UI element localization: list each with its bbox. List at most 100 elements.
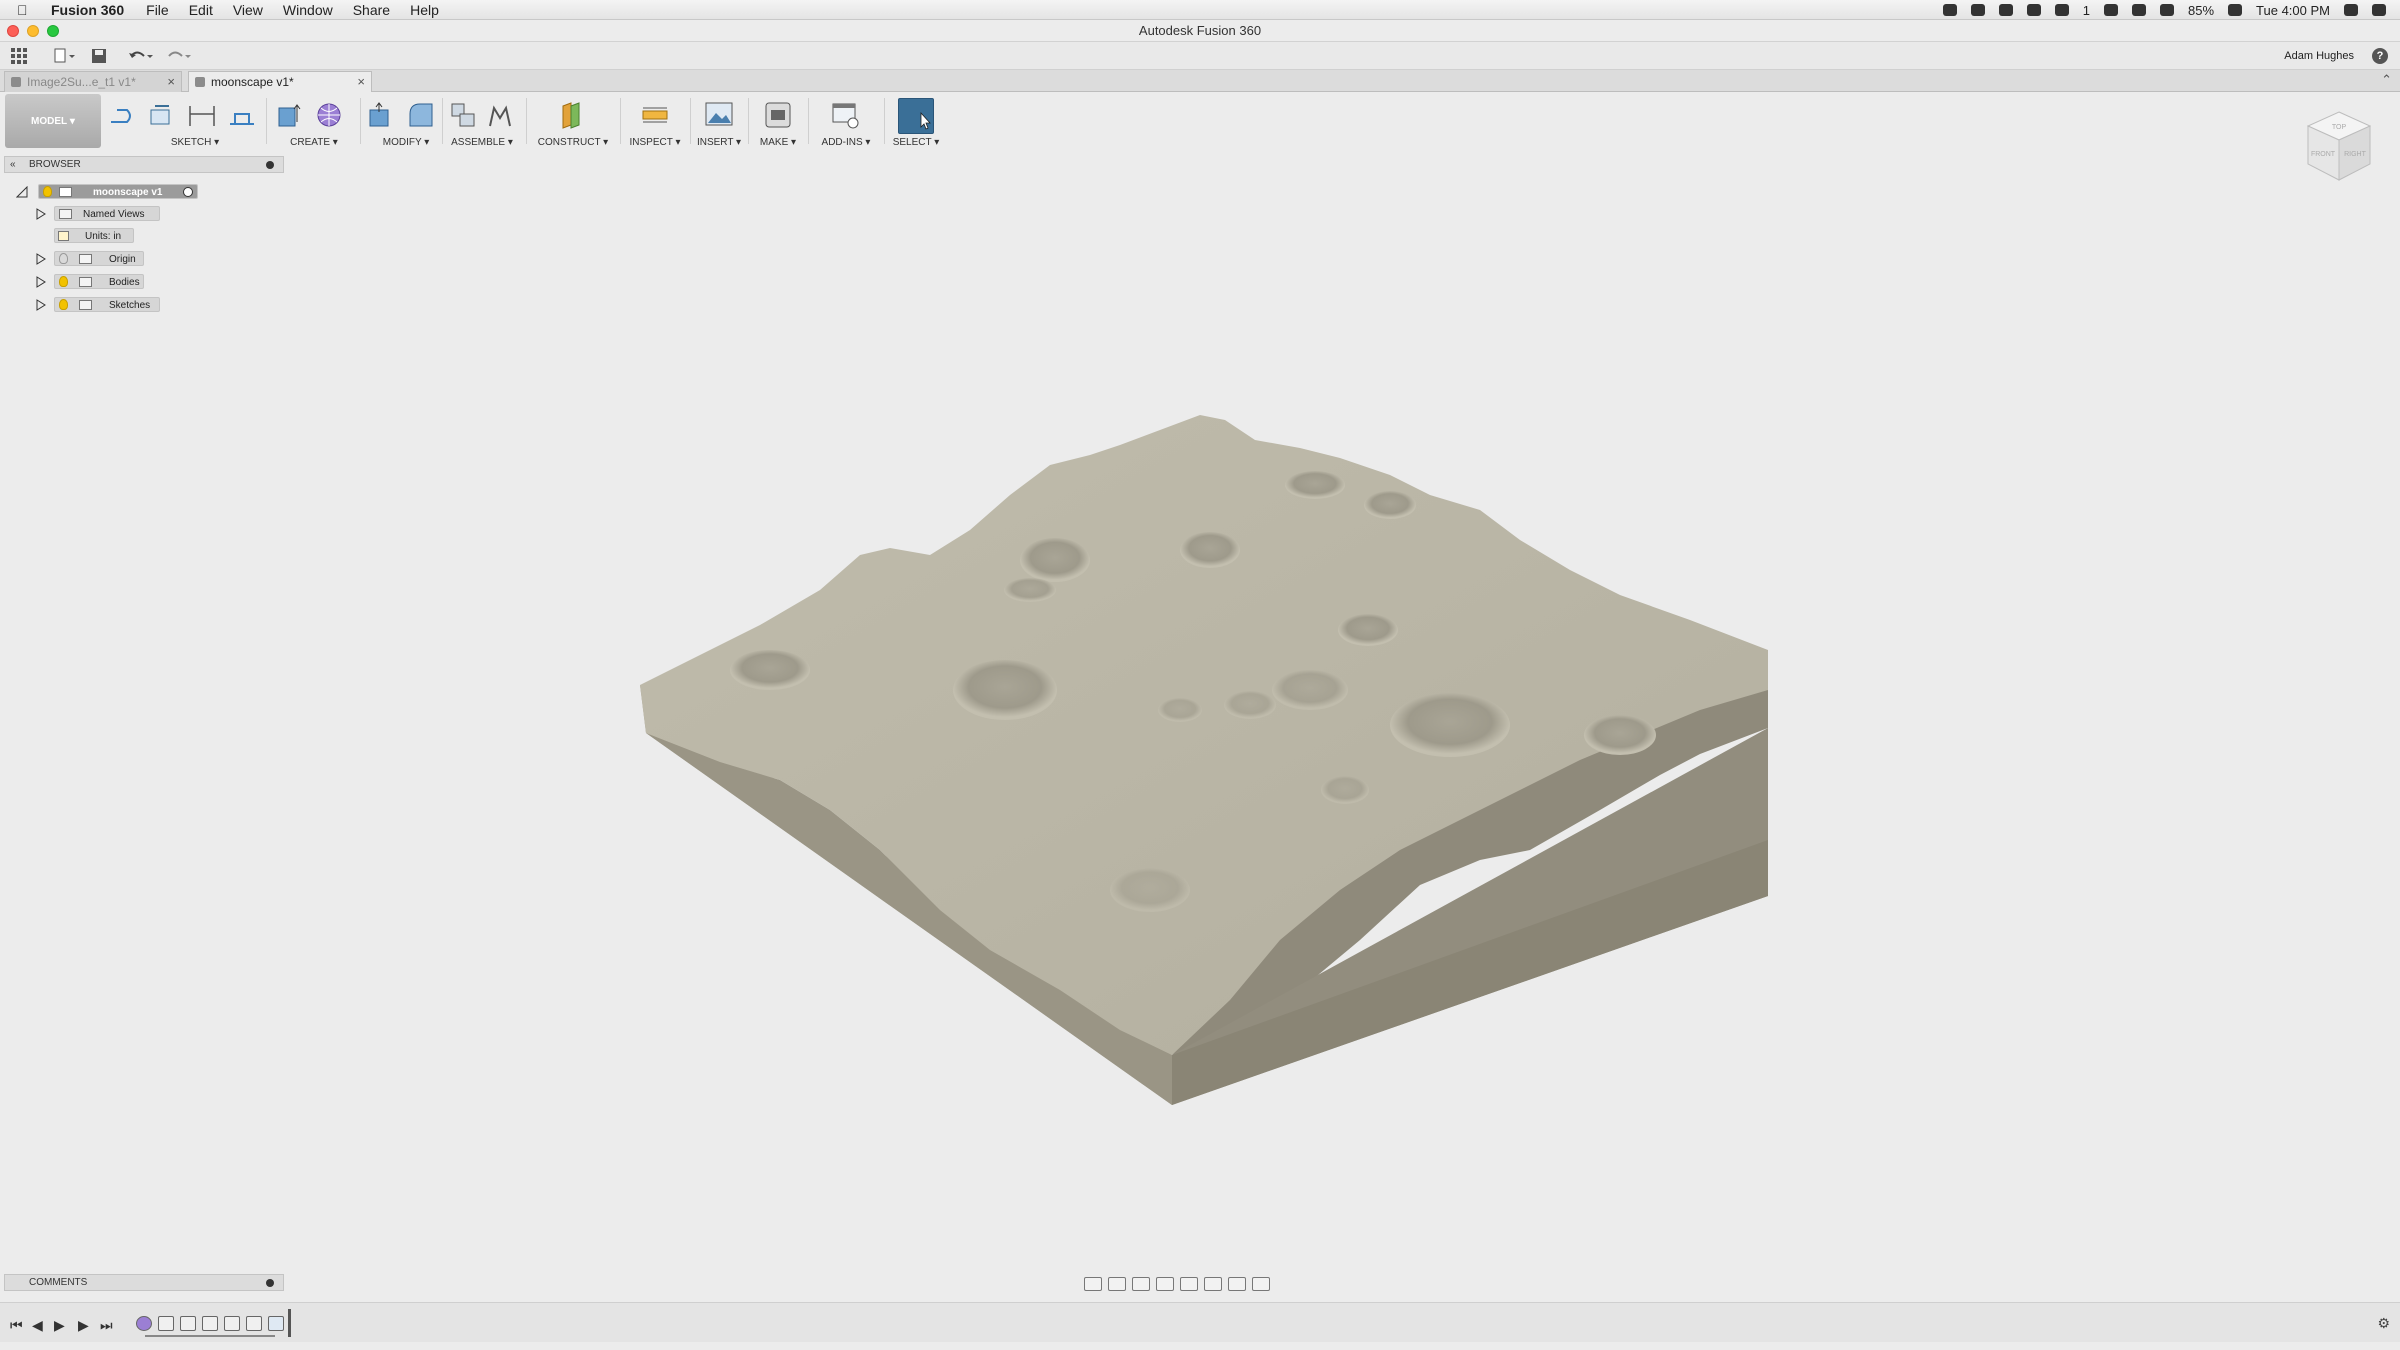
apple-icon[interactable]:  bbox=[17, 2, 35, 18]
undo-icon[interactable] bbox=[126, 45, 156, 67]
file-menu-icon[interactable] bbox=[50, 45, 80, 67]
timeline-extrude-feature[interactable] bbox=[246, 1316, 262, 1331]
notification-count[interactable]: 1 bbox=[2083, 3, 2090, 18]
select-icon[interactable] bbox=[898, 98, 934, 134]
drive-icon[interactable] bbox=[2026, 4, 2041, 16]
app-menu[interactable]: Fusion 360 bbox=[51, 2, 124, 18]
volume-icon[interactable] bbox=[2132, 4, 2147, 16]
modify-menu[interactable]: MODIFY ▾ bbox=[364, 137, 448, 148]
sketch-line-icon[interactable] bbox=[107, 100, 137, 130]
menu-help[interactable]: Help bbox=[410, 2, 439, 18]
3d-viewport[interactable] bbox=[0, 150, 2400, 1270]
fillet-icon[interactable] bbox=[406, 100, 436, 130]
data-panel-grid-icon[interactable] bbox=[4, 45, 34, 67]
pin-panel-icon[interactable] bbox=[266, 1279, 274, 1287]
timeline-form-feature[interactable] bbox=[136, 1316, 152, 1331]
new-component-icon[interactable] bbox=[448, 100, 478, 130]
timeline-marker[interactable] bbox=[288, 1309, 291, 1337]
timeline-sketch-feature[interactable] bbox=[224, 1316, 240, 1331]
screen-icon[interactable] bbox=[2054, 4, 2069, 16]
comments-panel-header[interactable]: COMMENTS bbox=[4, 1274, 284, 1291]
document-icon bbox=[11, 77, 21, 87]
go-to-start-icon[interactable]: ⏮ bbox=[10, 1317, 23, 1334]
create-menu[interactable]: CREATE ▾ bbox=[272, 137, 356, 148]
scripts-addins-icon[interactable] bbox=[830, 100, 860, 130]
pan-icon[interactable] bbox=[1132, 1277, 1150, 1291]
redo-icon[interactable] bbox=[164, 45, 194, 67]
crater bbox=[1285, 471, 1345, 499]
addins-group: ADD-INS ▾ bbox=[812, 92, 880, 150]
battery-icon[interactable] bbox=[2228, 4, 2243, 16]
spotlight-icon[interactable] bbox=[2344, 4, 2358, 16]
assemble-menu[interactable]: ASSEMBLE ▾ bbox=[446, 137, 518, 148]
tab-moonscape[interactable]: moonscape v1* × bbox=[188, 71, 372, 92]
tab-label: Image2Su...e_t1 v1* bbox=[27, 75, 136, 89]
form-icon[interactable] bbox=[314, 100, 344, 130]
display-settings-icon[interactable] bbox=[1204, 1277, 1222, 1291]
cloud-icon[interactable] bbox=[1970, 4, 1985, 16]
stop-sketch-icon[interactable] bbox=[227, 100, 257, 130]
dropbox-icon[interactable] bbox=[1942, 4, 1957, 16]
sync-icon[interactable] bbox=[1998, 4, 2013, 16]
menu-share[interactable]: Share bbox=[353, 2, 390, 18]
extrude-icon[interactable] bbox=[274, 100, 304, 130]
user-menu[interactable]: Adam Hughes bbox=[2284, 50, 2354, 62]
addins-menu[interactable]: ADD-INS ▾ bbox=[812, 137, 880, 148]
close-window-button[interactable] bbox=[7, 25, 19, 37]
collapse-toolbar-icon[interactable]: ⌃ bbox=[2381, 72, 2392, 88]
orbit-icon[interactable] bbox=[1084, 1277, 1102, 1291]
timeline-canvas-feature[interactable] bbox=[268, 1316, 284, 1331]
step-back-icon[interactable]: ◀ bbox=[32, 1317, 43, 1334]
joint-icon[interactable] bbox=[484, 100, 514, 130]
menu-edit[interactable]: Edit bbox=[189, 2, 213, 18]
timeline-sketch-feature[interactable] bbox=[180, 1316, 196, 1331]
viewcube-top-face[interactable]: TOP bbox=[2332, 124, 2347, 131]
timeline-sketch-feature[interactable] bbox=[158, 1316, 174, 1331]
measure-icon[interactable] bbox=[640, 100, 670, 130]
close-tab-icon[interactable]: × bbox=[357, 72, 365, 92]
menu-window[interactable]: Window bbox=[283, 2, 333, 18]
save-icon[interactable] bbox=[84, 45, 114, 67]
create-sketch-icon[interactable] bbox=[147, 100, 177, 130]
macos-menubar:  Fusion 360 File Edit View Window Share… bbox=[0, 0, 2400, 20]
make-menu[interactable]: MAKE ▾ bbox=[752, 137, 804, 148]
menu-view[interactable]: View bbox=[233, 2, 263, 18]
step-forward-icon[interactable]: ▶ bbox=[78, 1317, 89, 1334]
minimize-window-button[interactable] bbox=[27, 25, 39, 37]
list-icon[interactable] bbox=[2372, 4, 2386, 16]
clock[interactable]: Tue 4:00 PM bbox=[2256, 3, 2330, 18]
airplay-icon[interactable] bbox=[2104, 4, 2119, 16]
workspace-switcher[interactable]: MODEL ▾ bbox=[5, 94, 101, 148]
offset-plane-icon[interactable] bbox=[557, 100, 587, 130]
play-icon[interactable]: ▶ bbox=[54, 1317, 65, 1334]
press-pull-icon[interactable] bbox=[366, 100, 396, 130]
wifi-icon[interactable] bbox=[2160, 4, 2175, 16]
fit-icon[interactable] bbox=[1180, 1277, 1198, 1291]
moonscape-body[interactable] bbox=[640, 415, 1768, 1105]
insert-menu[interactable]: INSERT ▾ bbox=[694, 137, 744, 148]
grid-settings-icon[interactable] bbox=[1228, 1277, 1246, 1291]
group-label: CREATE bbox=[290, 137, 330, 148]
timeline-bar: ⏮ ◀ ▶ ▶ ⏭ ⚙ bbox=[0, 1302, 2400, 1342]
tab-image2surface[interactable]: Image2Su...e_t1 v1* × bbox=[4, 71, 182, 92]
select-menu[interactable]: SELECT ▾ bbox=[888, 137, 944, 148]
main-toolbar: MODEL ▾ SKETCH ▾ CREATE ▾ MODIFY ▾ ASSEM… bbox=[0, 92, 2400, 152]
dimension-icon[interactable] bbox=[187, 100, 217, 130]
help-icon[interactable]: ? bbox=[2372, 48, 2388, 64]
go-to-end-icon[interactable]: ⏭ bbox=[100, 1317, 113, 1334]
group-label: MAKE bbox=[759, 137, 789, 148]
menu-file[interactable]: File bbox=[146, 2, 169, 18]
3d-print-icon[interactable] bbox=[763, 100, 793, 130]
inspect-menu[interactable]: INSPECT ▾ bbox=[624, 137, 686, 148]
insert-image-icon[interactable] bbox=[704, 100, 734, 130]
battery-level[interactable]: 85% bbox=[2188, 3, 2214, 18]
viewports-icon[interactable] bbox=[1252, 1277, 1270, 1291]
sketch-menu[interactable]: SKETCH ▾ bbox=[135, 137, 255, 148]
construct-menu[interactable]: CONSTRUCT ▾ bbox=[530, 137, 616, 148]
zoom-icon[interactable] bbox=[1156, 1277, 1174, 1291]
timeline-settings-icon[interactable]: ⚙ bbox=[2377, 1315, 2390, 1332]
close-tab-icon[interactable]: × bbox=[167, 72, 175, 92]
timeline-move-feature[interactable] bbox=[202, 1316, 218, 1331]
zoom-window-button[interactable] bbox=[47, 25, 59, 37]
look-at-icon[interactable] bbox=[1108, 1277, 1126, 1291]
